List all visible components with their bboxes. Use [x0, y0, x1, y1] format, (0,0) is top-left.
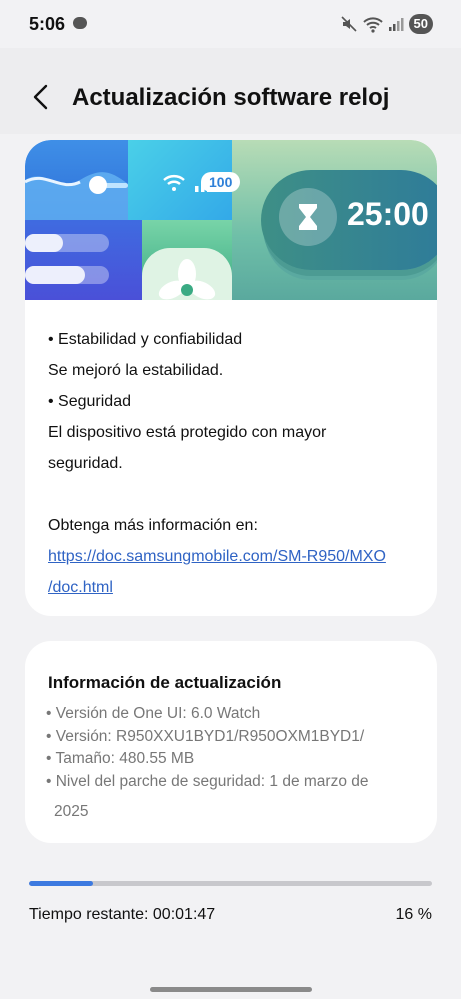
- info-line-oneui: • Versión de One UI: 6.0 Watch: [46, 705, 261, 722]
- download-progress-bar: [29, 881, 432, 886]
- fan-icon: [142, 248, 232, 300]
- timer-text: 25:00: [347, 196, 429, 232]
- update-info-list: • Versión de One UI: 6.0 Watch • Versión…: [46, 703, 426, 824]
- note-line: • Seguridad: [48, 393, 131, 410]
- more-info-label: Obtenga más información en:: [48, 517, 258, 534]
- info-line-size: • Tamaño: 480.55 MB: [46, 750, 195, 767]
- progress-fill: [29, 881, 94, 886]
- info-line-version: • Versión: R950XXU1BYD1/R950OXM1BYD1/: [46, 727, 365, 745]
- chevron-left-icon: [33, 84, 48, 110]
- note-line: El dispositivo está protegido con mayor: [48, 424, 327, 441]
- doc-link[interactable]: https://doc.samsungmobile.com/SM-R950/MX…: [48, 548, 386, 565]
- status-icons: 50: [340, 13, 433, 35]
- note-line: • Estabilidad y confiabilidad: [48, 331, 243, 348]
- wifi-icon: [163, 175, 185, 191]
- release-notes-card: 100 25:00 • Estabilidad y confiabilidad …: [25, 140, 437, 616]
- update-info-card: Información de actualización • Versión d…: [25, 641, 437, 843]
- note-line: Se mejoró la estabilidad.: [48, 362, 224, 379]
- wifi-icon: [362, 17, 383, 33]
- hourglass-icon: [279, 188, 337, 246]
- note-line: seguridad.: [48, 455, 123, 472]
- status-time: 5:06: [29, 14, 66, 34]
- slider-knob-icon: [89, 176, 107, 194]
- update-info-title: Información de actualización: [48, 673, 282, 692]
- home-indicator[interactable]: [150, 987, 312, 992]
- page-title: Actualización software reloj: [72, 84, 390, 111]
- battery-chip: 100: [201, 172, 241, 192]
- info-line-patch: • Nivel del parche de seguridad: 1 de ma…: [46, 772, 369, 790]
- progress-percent: 16 %: [395, 906, 432, 923]
- notification-app-icon: [73, 17, 87, 29]
- status-bar: 5:06 50: [0, 0, 461, 48]
- battery-badge: 50: [408, 14, 433, 34]
- banner-tile-wave: [25, 140, 128, 220]
- info-line-patch-year: 2025: [54, 803, 89, 820]
- doc-link-continued[interactable]: /doc.html: [48, 579, 113, 596]
- app-header: Actualización software reloj: [0, 48, 461, 134]
- mute-icon: [340, 16, 357, 32]
- banner-tile-bars: [25, 220, 142, 300]
- time-remaining: Tiempo restante: 00:01:47: [29, 906, 216, 923]
- signal-icon: [388, 18, 404, 31]
- back-button[interactable]: [28, 82, 54, 112]
- update-banner: 100 25:00: [25, 140, 437, 300]
- release-notes-text: • Estabilidad y confiabilidad Se mejoró …: [48, 324, 418, 603]
